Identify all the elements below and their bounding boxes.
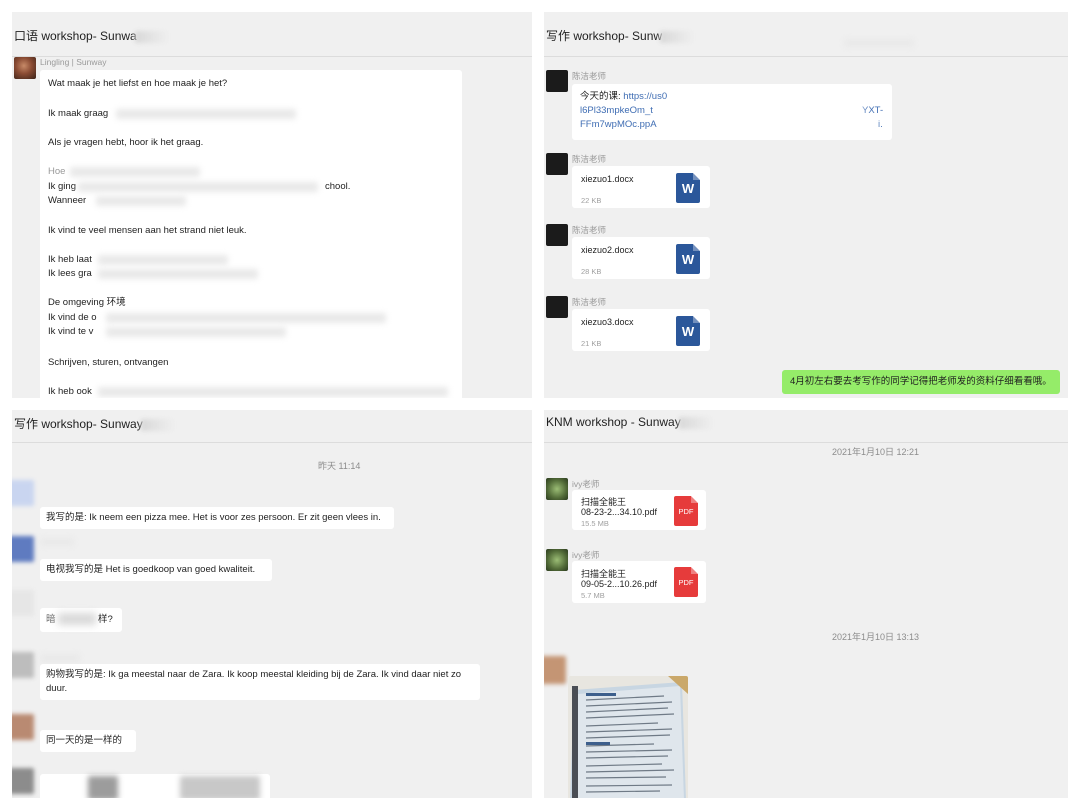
message-line: Als je vragen hebt, hoor ik het graag. — [48, 137, 204, 148]
sender-name: ivy老师 — [572, 550, 600, 560]
avatar[interactable] — [544, 656, 566, 684]
file-size: 28 KB — [581, 267, 602, 276]
file-size: 5.7 MB — [581, 591, 605, 600]
message-line: Ik ging — [48, 181, 76, 192]
course-link[interactable]: https://us0 — [623, 91, 667, 102]
message-text: 样? — [98, 614, 113, 625]
sender-name: 陈洁老师 — [572, 154, 607, 164]
avatar[interactable] — [12, 652, 34, 678]
sender-name: Lingling | Sunway — [40, 57, 107, 67]
message-line: Wanneer — [48, 195, 87, 206]
message-text: 购物我写的是: Ik ga meestal naar de Zara. Ik k… — [46, 669, 462, 680]
avatar[interactable] — [12, 536, 34, 562]
message-line: Ik heb ook — [48, 386, 92, 397]
message-line: Wat maak je het liefst en hoe maak je he… — [48, 78, 228, 89]
message-bubble[interactable]: 暗 样? — [40, 608, 122, 632]
file-size: 21 KB — [581, 339, 602, 348]
message-bubble[interactable] — [40, 774, 270, 798]
file-name: 09-05-2...10.26.pdf — [581, 579, 658, 589]
message-line: Ik vind de o — [48, 312, 97, 323]
own-message-bubble[interactable]: 4月初左右要去考写作的同学记得把老师发的资料仔细看看哦。 — [782, 370, 1060, 394]
chat-panel-writing-files: 写作 workshop- Sunw 陈洁老师 今天的课: https://us0… — [544, 12, 1068, 398]
message-bubble[interactable]: Wat maak je het liefst en hoe maak je he… — [40, 70, 462, 398]
chat-panel-writing-answers: 写作 workshop- Sunway 昨天 11:14 我写的是: Ik ne… — [12, 410, 532, 798]
message-text: 暗 — [46, 614, 56, 625]
message-bubble[interactable]: 购物我写的是: Ik ga meestal naar de Zara. Ik k… — [40, 664, 480, 700]
avatar[interactable] — [546, 224, 568, 246]
message-line: Ik lees gra — [48, 268, 92, 279]
message-text: duur. — [46, 683, 68, 694]
chat-title: 写作 workshop- Sunway — [12, 410, 532, 443]
course-link[interactable]: FFm7wpMOc.ppA — [580, 118, 657, 132]
avatar[interactable] — [12, 590, 34, 616]
course-link[interactable]: YXT- — [862, 104, 883, 118]
message-line: chool. — [325, 181, 351, 192]
message-text: 我写的是: Ik neem een pizza mee. Het is voor… — [46, 512, 381, 523]
file-size: 15.5 MB — [581, 519, 609, 528]
word-document-icon: W — [676, 316, 700, 346]
file-size: 22 KB — [581, 196, 602, 205]
file-attachment[interactable]: xiezuo1.docx 22 KB W — [572, 166, 710, 208]
word-document-icon: W — [676, 173, 700, 203]
document-photo-thumbnail — [568, 676, 688, 798]
chat-panel-knm: KNM workshop - Sunway 2021年1月10日 12:21 i… — [544, 410, 1068, 798]
sender-name: 陈洁老师 — [572, 71, 607, 81]
avatar[interactable] — [12, 714, 34, 740]
pdf-file-icon: PDF — [674, 567, 698, 597]
file-name: 08-23-2...34.10.pdf — [581, 507, 658, 517]
file-name: xiezuo3.docx — [581, 317, 634, 327]
course-link[interactable]: l6Pl33mpkeOm_t — [580, 104, 653, 118]
sender-name: 陈洁老师 — [572, 297, 607, 307]
photo-message[interactable] — [568, 676, 688, 798]
message-line: Ik vind te veel mensen aan het strand ni… — [48, 225, 247, 236]
file-name: xiezuo1.docx — [581, 174, 634, 184]
message-text: 同一天的是一样的 — [46, 735, 123, 746]
message-line: Ik heb laat — [48, 254, 92, 265]
chat-title: 写作 workshop- Sunw — [544, 12, 1068, 57]
message-text: 今天的课: — [580, 91, 621, 102]
link-message-bubble[interactable]: 今天的课: https://us0 l6Pl33mpkeOm_t FFm7wpM… — [572, 84, 892, 140]
message-line: Ik vind te v — [48, 326, 94, 337]
word-document-icon: W — [676, 244, 700, 274]
avatar[interactable] — [14, 57, 36, 79]
avatar[interactable] — [546, 296, 568, 318]
message-line: Ik maak graag — [48, 108, 109, 119]
pdf-file-icon: PDF — [674, 496, 698, 526]
sender-name: ivy老师 — [572, 479, 600, 489]
message-line: De omgeving 环境 — [48, 297, 126, 308]
chat-title: KNM workshop - Sunway — [544, 410, 1068, 443]
file-attachment[interactable]: 扫描全能王 08-23-2...34.10.pdf 15.5 MB PDF — [572, 490, 706, 530]
file-attachment[interactable]: xiezuo2.docx 28 KB W — [572, 237, 710, 279]
chat-panel-speaking: 口语 workshop- Sunwa Lingling | Sunway Wat… — [12, 12, 532, 398]
chat-timestamp: 2021年1月10日 13:13 — [832, 632, 920, 642]
avatar[interactable] — [12, 768, 34, 794]
sender-name: 陈洁老师 — [572, 225, 607, 235]
message-bubble[interactable]: 我写的是: Ik neem een pizza mee. Het is voor… — [40, 507, 394, 529]
chat-timestamp: 昨天 11:14 — [318, 461, 361, 471]
message-bubble[interactable]: 电视我写的是 Het is goedkoop van goed kwalitei… — [40, 559, 272, 581]
chat-title: 口语 workshop- Sunwa — [12, 12, 532, 57]
file-name: xiezuo2.docx — [581, 245, 634, 255]
avatar[interactable] — [546, 478, 568, 500]
avatar[interactable] — [12, 480, 34, 506]
message-text: 电视我写的是 Het is goedkoop van goed kwalitei… — [46, 564, 256, 575]
message-bubble[interactable]: 同一天的是一样的 — [40, 730, 136, 752]
avatar[interactable] — [546, 549, 568, 571]
course-link[interactable]: i. — [878, 118, 883, 132]
file-attachment[interactable]: xiezuo3.docx 21 KB W — [572, 309, 710, 351]
avatar[interactable] — [546, 153, 568, 175]
message-line: Schrijven, sturen, ontvangen — [48, 357, 169, 368]
message-line: Hoe — [48, 166, 66, 177]
file-attachment[interactable]: 扫描全能王 09-05-2...10.26.pdf 5.7 MB PDF — [572, 561, 706, 603]
avatar[interactable] — [546, 70, 568, 92]
chat-timestamp: 2021年1月10日 12:21 — [832, 447, 920, 457]
